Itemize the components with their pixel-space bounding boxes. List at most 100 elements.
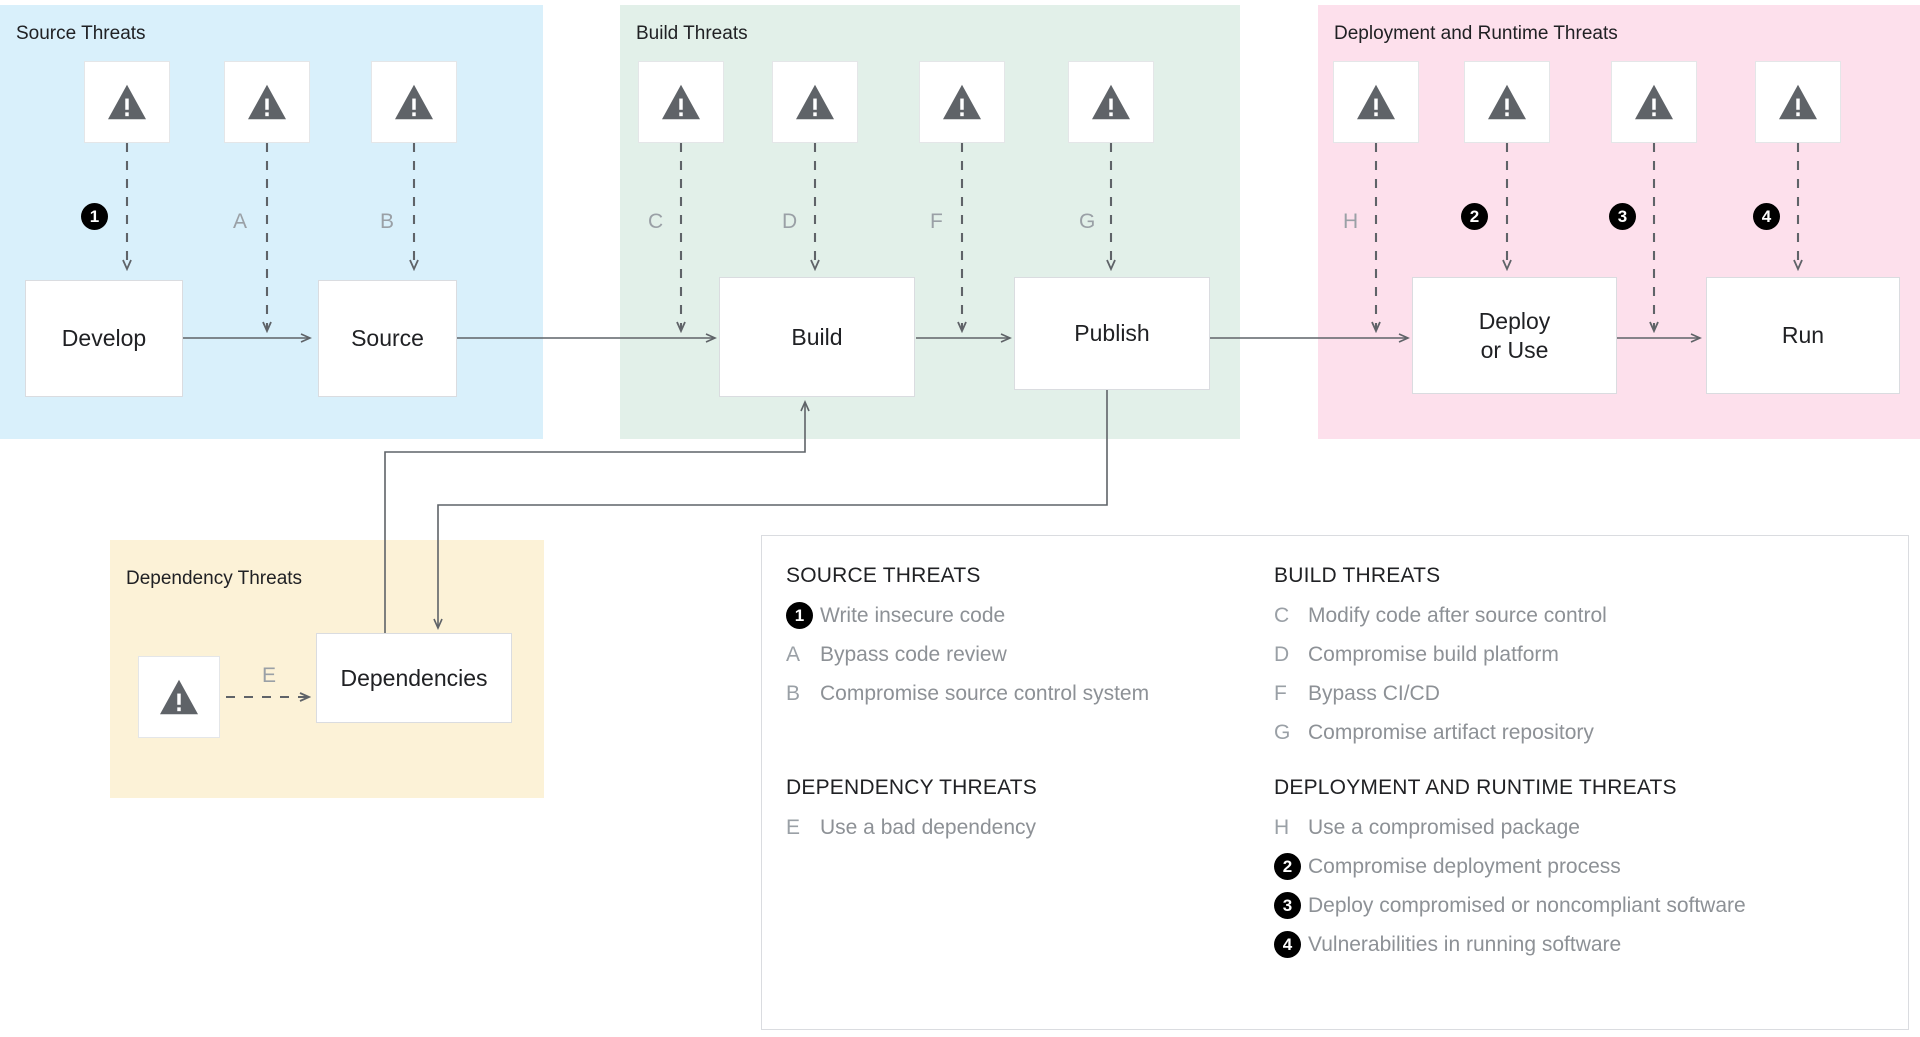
warning-triangle-icon bbox=[1357, 84, 1395, 120]
marker-badge-3: 3 bbox=[1609, 203, 1636, 230]
legend-key-badge: 2 bbox=[1274, 853, 1308, 880]
legend-item-text: Vulnerabilities in running software bbox=[1308, 933, 1622, 956]
threat-icon-tile-D bbox=[772, 61, 858, 143]
threat-icon-tile-3 bbox=[1611, 61, 1697, 143]
panel-source-threats-title: Source Threats bbox=[16, 23, 146, 44]
threat-icon-tile-E bbox=[138, 656, 220, 738]
legend-item: 2 Compromise deployment process bbox=[1274, 853, 1904, 881]
legend-item-text: Use a bad dependency bbox=[820, 816, 1036, 839]
warning-triangle-icon bbox=[943, 84, 981, 120]
panel-build-threats-title: Build Threats bbox=[636, 23, 748, 44]
node-deploy-or-use-label-line2: or Use bbox=[1480, 336, 1549, 363]
marker-label-B: B bbox=[380, 210, 395, 233]
legend-section-build-threats: BUILD THREATS C Modify code after source… bbox=[1274, 564, 1894, 758]
legend-key-badge: 4 bbox=[1274, 931, 1308, 958]
legend-item: F Bypass CI/CD bbox=[1274, 680, 1894, 708]
warning-triangle-icon bbox=[1635, 84, 1673, 120]
legend-item: B Compromise source control system bbox=[786, 680, 1306, 708]
warning-triangle-icon bbox=[1488, 84, 1526, 120]
legend-key-badge: 1 bbox=[786, 602, 820, 629]
legend-heading-dependency-threats: DEPENDENCY THREATS bbox=[786, 776, 1037, 799]
legend-key-letter: A bbox=[786, 643, 801, 666]
legend-heading-build-threats: BUILD THREATS bbox=[1274, 564, 1441, 587]
threat-icon-tile-4 bbox=[1755, 61, 1841, 143]
warning-triangle-icon bbox=[160, 679, 198, 715]
legend-key-letter: G bbox=[1274, 721, 1291, 744]
legend-key-letter: H bbox=[1274, 816, 1290, 839]
marker-badge-1: 1 bbox=[81, 203, 108, 230]
warning-triangle-icon bbox=[248, 84, 286, 120]
legend-item-text: Deploy compromised or noncompliant softw… bbox=[1308, 894, 1746, 917]
marker-badge-4: 4 bbox=[1753, 203, 1780, 230]
legend-section-deployment-runtime-threats: DEPLOYMENT AND RUNTIME THREATS H Use a c… bbox=[1274, 776, 1904, 970]
legend-item: H Use a compromised package bbox=[1274, 814, 1904, 842]
marker-label-D: D bbox=[782, 210, 798, 233]
marker-label-H: H bbox=[1343, 210, 1359, 233]
threat-icon-tile-2 bbox=[1464, 61, 1550, 143]
legend-item: E Use a bad dependency bbox=[786, 814, 1306, 842]
node-source[interactable]: Source bbox=[318, 280, 457, 397]
legend-heading-source-threats: SOURCE THREATS bbox=[786, 564, 981, 587]
marker-label-C: C bbox=[648, 210, 664, 233]
node-deploy-or-use-label-line1: Deploy bbox=[1478, 308, 1551, 335]
legend-key-letter: E bbox=[786, 816, 801, 839]
threat-icon-tile-H bbox=[1333, 61, 1419, 143]
legend-heading-deployment-runtime-threats: DEPLOYMENT AND RUNTIME THREATS bbox=[1274, 776, 1677, 799]
marker-badge-2: 2 bbox=[1461, 203, 1488, 230]
threat-icon-tile-F bbox=[919, 61, 1005, 143]
node-develop-label: Develop bbox=[61, 325, 147, 352]
warning-triangle-icon bbox=[796, 84, 834, 120]
legend-key-letter: F bbox=[1274, 682, 1287, 705]
legend-item-text: Compromise deployment process bbox=[1308, 855, 1621, 878]
node-deploy-or-use[interactable]: Deploy or Use bbox=[1412, 277, 1617, 394]
legend-item-text: Modify code after source control bbox=[1308, 604, 1607, 627]
node-publish[interactable]: Publish bbox=[1014, 277, 1210, 390]
marker-label-F: F bbox=[930, 210, 943, 233]
threat-icon-tile-G bbox=[1068, 61, 1154, 143]
legend-item: 4 Vulnerabilities in running software bbox=[1274, 931, 1904, 959]
threat-legend-panel: SOURCE THREATS 1 Write insecure code A B… bbox=[761, 535, 1909, 1030]
legend-item: G Compromise artifact repository bbox=[1274, 719, 1894, 747]
threat-icon-tile-A bbox=[224, 61, 310, 143]
legend-key-letter: B bbox=[786, 682, 801, 705]
diagram-canvas: Source Threats Build Threats Deployment … bbox=[0, 0, 1920, 1037]
panel-dependency-threats-title: Dependency Threats bbox=[126, 568, 303, 589]
legend-item: D Compromise build platform bbox=[1274, 641, 1894, 669]
threat-icon-tile-B bbox=[371, 61, 457, 143]
marker-label-G: G bbox=[1079, 210, 1096, 233]
threat-icon-tile-1 bbox=[84, 61, 170, 143]
panel-deployment-runtime-threats-title: Deployment and Runtime Threats bbox=[1334, 23, 1618, 44]
legend-item-text: Compromise artifact repository bbox=[1308, 721, 1594, 744]
marker-label-E: E bbox=[262, 664, 277, 687]
warning-triangle-icon bbox=[1779, 84, 1817, 120]
legend-key-letter: C bbox=[1274, 604, 1290, 627]
node-run-label: Run bbox=[1781, 322, 1825, 349]
node-source-label: Source bbox=[351, 325, 424, 352]
legend-key-letter: D bbox=[1274, 643, 1290, 666]
warning-triangle-icon bbox=[395, 84, 433, 120]
node-build[interactable]: Build bbox=[719, 277, 915, 397]
legend-item: C Modify code after source control bbox=[1274, 602, 1894, 630]
legend-section-source-threats: SOURCE THREATS 1 Write insecure code A B… bbox=[786, 564, 1306, 719]
warning-triangle-icon bbox=[662, 84, 700, 120]
node-publish-label: Publish bbox=[1074, 320, 1150, 347]
legend-item-text: Compromise source control system bbox=[820, 682, 1150, 705]
threat-icon-tile-C bbox=[638, 61, 724, 143]
node-run[interactable]: Run bbox=[1706, 277, 1900, 394]
legend-item-text: Bypass code review bbox=[820, 643, 1007, 666]
legend-item-text: Bypass CI/CD bbox=[1308, 682, 1440, 705]
legend-item: 3 Deploy compromised or noncompliant sof… bbox=[1274, 892, 1904, 920]
legend-item: 1 Write insecure code bbox=[786, 602, 1306, 630]
node-dependencies[interactable]: Dependencies bbox=[316, 633, 512, 723]
marker-label-A: A bbox=[233, 210, 248, 233]
legend-item-text: Compromise build platform bbox=[1308, 643, 1559, 666]
warning-triangle-icon bbox=[1092, 84, 1130, 120]
node-build-label: Build bbox=[791, 323, 843, 350]
legend-key-badge: 3 bbox=[1274, 892, 1308, 919]
node-develop[interactable]: Develop bbox=[25, 280, 183, 397]
legend-item-text: Write insecure code bbox=[820, 604, 1006, 627]
node-dependencies-label: Dependencies bbox=[340, 664, 488, 691]
warning-triangle-icon bbox=[108, 84, 146, 120]
legend-section-dependency-threats: DEPENDENCY THREATS E Use a bad dependenc… bbox=[786, 776, 1306, 853]
legend-item-text: Use a compromised package bbox=[1308, 816, 1580, 839]
